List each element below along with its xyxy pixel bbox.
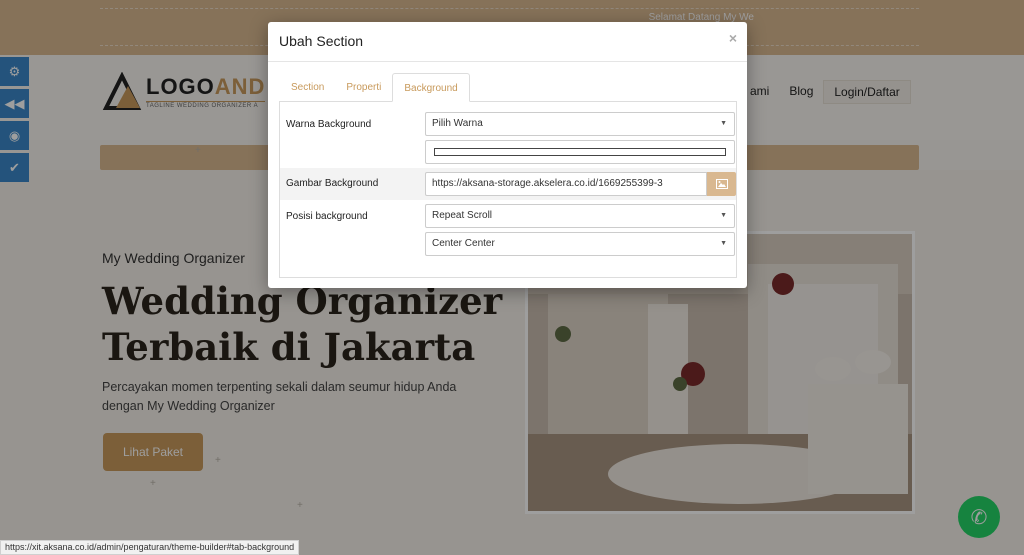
status-bar-url: https://xit.aksana.co.id/admin/pengatura… <box>0 540 300 555</box>
modal-tabs: Section Properti Background <box>280 73 737 102</box>
color-swatch <box>434 148 726 156</box>
ubah-section-modal: Ubah Section × Section Properti Backgrou… <box>268 22 747 288</box>
warna-select[interactable]: Pilih Warna ▼ <box>425 112 735 136</box>
repeat-select-value: Repeat Scroll <box>432 210 493 221</box>
warna-select-value: Pilih Warna <box>432 118 483 129</box>
image-picker-button[interactable] <box>707 172 736 196</box>
position-select[interactable]: Center Center ▼ <box>425 232 735 256</box>
background-tab-panel: Warna Background Pilih Warna ▼ Gambar Ba… <box>279 101 737 278</box>
position-select-value: Center Center <box>432 238 495 249</box>
tab-properti[interactable]: Properti <box>335 73 392 102</box>
chevron-down-icon: ▼ <box>720 240 727 247</box>
posisi-background-label: Posisi background <box>286 211 368 222</box>
repeat-select[interactable]: Repeat Scroll ▼ <box>425 204 735 228</box>
image-url-input[interactable]: https://aksana-storage.akselera.co.id/16… <box>425 172 707 196</box>
image-icon <box>715 179 728 189</box>
chevron-down-icon: ▼ <box>720 120 727 127</box>
gambar-background-row: Gambar Background https://aksana-storage… <box>280 168 736 200</box>
warna-background-label: Warna Background <box>286 119 372 130</box>
gambar-background-label: Gambar Background <box>286 178 379 189</box>
warna-background-row: Warna Background Pilih Warna ▼ <box>280 102 736 168</box>
modal-header: Ubah Section × <box>268 22 747 62</box>
posisi-background-row: Posisi background Repeat Scroll ▼ Center… <box>280 200 736 278</box>
close-icon[interactable]: × <box>729 30 737 46</box>
modal-title: Ubah Section <box>279 33 364 49</box>
chevron-down-icon: ▼ <box>720 212 727 219</box>
tab-background[interactable]: Background <box>392 73 470 102</box>
tab-section[interactable]: Section <box>280 73 335 102</box>
color-preview-field[interactable] <box>425 140 735 164</box>
